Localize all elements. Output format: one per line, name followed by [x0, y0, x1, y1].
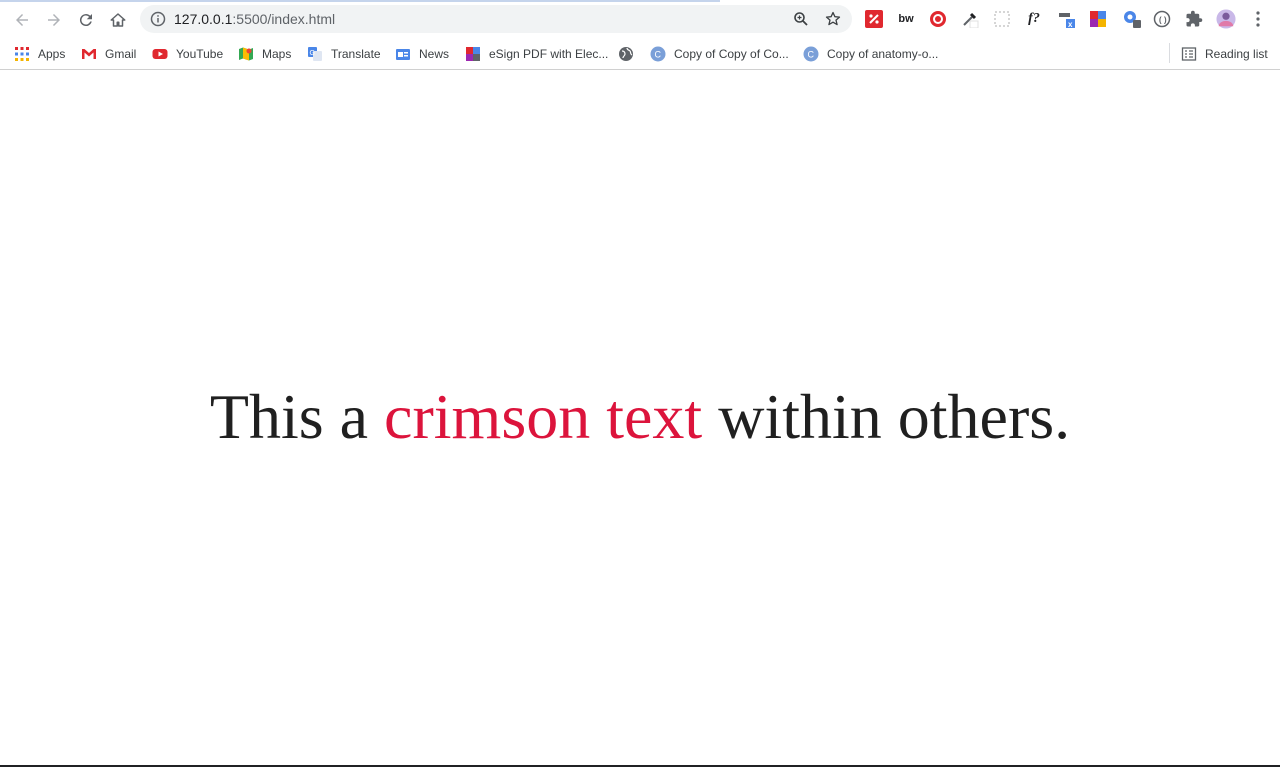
- translate-icon: G: [308, 47, 322, 61]
- bookmark-label: News: [419, 47, 450, 61]
- url-text[interactable]: 127.0.0.1:5500/index.html: [174, 11, 335, 27]
- page-content: This a crimson text within others.: [0, 70, 1280, 765]
- reading-list-button[interactable]: Reading list: [1181, 43, 1268, 65]
- globe-icon: [619, 47, 633, 61]
- bookmark-maps[interactable]: Maps: [238, 43, 291, 65]
- record-extension-icon[interactable]: [928, 9, 948, 29]
- bookmark-globe[interactable]: [618, 43, 634, 65]
- bookmark-copy-2[interactable]: C Copy of anatomy-o...: [803, 43, 938, 65]
- bookmark-label: Copy of Copy of Co...: [674, 47, 789, 61]
- whatfont-extension-icon[interactable]: f?: [1024, 9, 1044, 29]
- bookmark-gmail[interactable]: Gmail: [81, 43, 136, 65]
- info-icon[interactable]: [150, 11, 166, 27]
- zoom-icon[interactable]: [793, 11, 809, 27]
- svg-text:C: C: [808, 50, 815, 60]
- bookmarks-bar: Apps Gmail YouTube Maps G Translate News: [0, 38, 1280, 70]
- bracket-extension-icon[interactable]: (): [1152, 9, 1172, 29]
- bookmark-apps[interactable]: Apps: [14, 43, 65, 65]
- bookmark-label: Apps: [38, 47, 66, 61]
- star-icon[interactable]: [825, 11, 841, 27]
- bw-extension-icon[interactable]: bw: [896, 9, 916, 29]
- percent-extension-icon[interactable]: [864, 9, 884, 29]
- apps-icon: [15, 47, 29, 61]
- reading-list-icon: [1181, 47, 1197, 61]
- forward-icon: [48, 14, 60, 26]
- doc-icon: C: [650, 46, 666, 62]
- colorful-extension-icon[interactable]: [1088, 9, 1108, 29]
- address-bar[interactable]: 127.0.0.1:5500/index.html: [140, 5, 852, 33]
- profile-avatar[interactable]: [1216, 9, 1236, 29]
- svg-text:G: G: [310, 50, 315, 57]
- gmail-icon: [82, 49, 96, 59]
- url-host: 127.0.0.1: [174, 11, 233, 27]
- headline-text: This a crimson text within others.: [0, 380, 1280, 454]
- svg-text:(): (): [1158, 17, 1168, 26]
- doc-icon: C: [803, 46, 819, 62]
- bookmark-copy-1[interactable]: C Copy of Copy of Co...: [650, 43, 789, 65]
- svg-text:C: C: [655, 50, 662, 60]
- bookmark-label: Copy of anatomy-o...: [827, 47, 939, 61]
- extensions-puzzle-icon[interactable]: [1184, 9, 1204, 29]
- translate-extension-icon[interactable]: x: [1058, 9, 1078, 29]
- reload-icon: [79, 14, 92, 27]
- youtube-icon: [152, 49, 168, 59]
- loading-progress-bar: [0, 0, 720, 2]
- back-icon: [16, 14, 28, 26]
- back-button[interactable]: [8, 6, 36, 34]
- url-path: :5500/index.html: [232, 11, 336, 27]
- bookmark-label: Maps: [262, 47, 292, 61]
- bookmark-youtube[interactable]: YouTube: [152, 43, 223, 65]
- menu-icon[interactable]: [1248, 9, 1268, 29]
- reload-button[interactable]: [72, 6, 100, 34]
- maps-icon: [239, 47, 253, 61]
- news-icon: [396, 49, 410, 60]
- text-before: This a: [209, 381, 385, 452]
- eyedropper-extension-icon[interactable]: [960, 9, 980, 29]
- bookmark-label: Translate: [331, 47, 381, 61]
- bookmark-label: YouTube: [176, 47, 224, 61]
- bookmark-news[interactable]: News: [395, 43, 449, 65]
- svg-text:x: x: [1068, 20, 1073, 29]
- text-after: within others.: [702, 381, 1071, 452]
- settings-extension-icon[interactable]: [1122, 9, 1142, 29]
- home-button[interactable]: [104, 6, 132, 34]
- bookmark-label: eSign PDF with Elec...: [489, 47, 609, 61]
- dotted-extension-icon[interactable]: [992, 9, 1012, 29]
- reading-list-label: Reading list: [1205, 47, 1268, 61]
- home-icon: [110, 13, 126, 27]
- esign-icon: [466, 47, 480, 61]
- crimson-text: crimson text: [384, 381, 703, 452]
- browser-toolbar: 127.0.0.1:5500/index.html bw f? x (): [0, 0, 1280, 38]
- forward-button[interactable]: [40, 6, 68, 34]
- bookmark-esign[interactable]: eSign PDF with Elec...: [465, 43, 608, 65]
- bookmark-translate[interactable]: G Translate: [307, 43, 381, 65]
- bookmark-label: Gmail: [105, 47, 137, 61]
- bookmarks-divider: [1169, 43, 1170, 63]
